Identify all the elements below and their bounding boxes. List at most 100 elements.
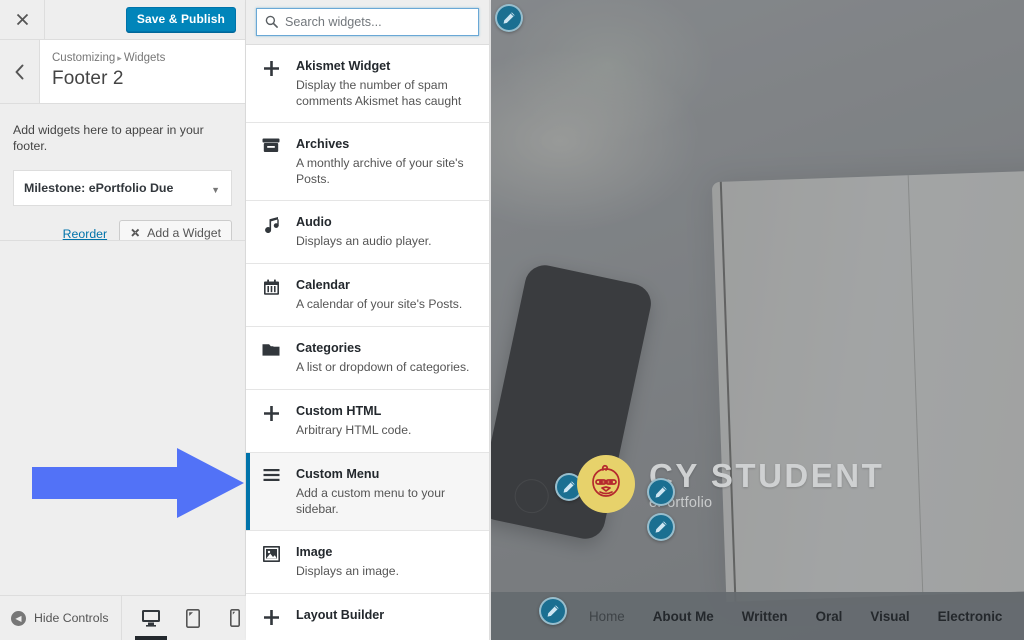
tablet-glyph [186, 608, 200, 628]
chevron-left-icon[interactable] [0, 40, 40, 103]
widget-item-description: Add a custom menu to your sidebar. [296, 486, 446, 516]
customizer-screen: Save & Publish Customizing ▸ Widgets Foote… [0, 0, 1024, 640]
nav-item-home[interactable]: Home [589, 609, 625, 624]
edit-shortcut-header-image[interactable] [495, 4, 523, 32]
widget-list[interactable]: Akismet Widget Display the number of spam… [246, 45, 489, 629]
panel-titles: Customizing ▸ Widgets Footer 2 [40, 40, 165, 103]
widget-list-item[interactable]: Custom HTML Arbitrary HTML code. [246, 390, 489, 453]
desktop-glyph [142, 610, 160, 627]
widgets-panel-body: Add widgets here to appear in your foote… [0, 104, 245, 247]
pencil-icon [547, 605, 559, 617]
site-branding: CY STUDENT ePortfolio [577, 455, 884, 513]
widget-item-name: Archives [296, 137, 350, 151]
plus-icon: ✛ [126, 224, 144, 242]
widget-item-name: Akismet Widget [296, 59, 391, 73]
search-icon [265, 15, 278, 28]
nav-item-about-me[interactable]: About Me [653, 609, 714, 624]
hide-controls-button[interactable]: ◀ Hide Controls [0, 595, 122, 640]
widget-list-item[interactable]: Calendar A calendar of your site's Posts. [246, 264, 489, 327]
breadcrumb: Customizing ▸ Widgets [52, 51, 165, 66]
reorder-link[interactable]: Reorder [63, 227, 107, 241]
widget-item-text: Image Displays an image. [296, 544, 475, 579]
hide-controls-label: Hide Controls [34, 611, 109, 625]
widget-item-description: Display the number of spam comments Akis… [296, 78, 462, 108]
mobile-glyph [230, 609, 240, 627]
search-input[interactable] [285, 9, 478, 35]
widget-item-text: Layout Builder A complete SiteOrigin Page… [296, 607, 475, 629]
calendar-icon [246, 277, 296, 296]
collapse-icon: ◀ [11, 610, 26, 626]
widget-list-item[interactable]: Layout Builder A complete SiteOrigin Page… [246, 594, 489, 629]
available-widgets-panel: Akismet Widget Display the number of spam… [246, 0, 490, 640]
menu-lines-icon [246, 466, 296, 482]
panel-header: Customizing ▸ Widgets Footer 2 [0, 40, 245, 104]
widget-item-name: Audio [296, 215, 332, 229]
pencil-icon [655, 521, 667, 533]
widget-item-description: Arbitrary HTML code. [296, 423, 412, 437]
header-dark-overlay [491, 0, 1024, 640]
image-icon [246, 544, 296, 562]
mobile-icon[interactable] [224, 603, 246, 633]
panel-empty-area [0, 240, 245, 594]
nav-item-electronic[interactable]: Electronic [938, 609, 1003, 624]
widget-list-item[interactable]: Categories A list or dropdown of categori… [246, 327, 489, 390]
widget-item-text: Custom Menu Add a custom menu to your sid… [296, 466, 475, 517]
widget-list-item[interactable]: Audio Displays an audio player. [246, 201, 489, 264]
widget-item-text: Calendar A calendar of your site's Posts. [296, 277, 475, 312]
widget-list-item[interactable]: Archives A monthly archive of your site's… [246, 123, 489, 201]
archive-icon [246, 136, 296, 153]
widget-list-item[interactable]: Image Displays an image. [246, 531, 489, 594]
widget-item-description: Displays an audio player. [296, 234, 432, 248]
widget-item-label: Milestone: ePortfolio Due [24, 181, 174, 195]
widget-list-item[interactable]: Custom Menu Add a custom menu to your sid… [246, 453, 489, 531]
add-widget-label: Add a Widget [147, 226, 221, 240]
music-note-icon [246, 214, 296, 233]
site-identity-text: CY STUDENT ePortfolio [649, 457, 884, 511]
panel-description: Add widgets here to appear in your foote… [13, 123, 204, 153]
nav-item-oral[interactable]: Oral [816, 609, 843, 624]
edit-shortcut-tagline[interactable] [647, 513, 675, 541]
widget-item-description: A monthly archive of your site's Posts. [296, 156, 464, 186]
bird-mascot-glyph [592, 464, 620, 497]
widget-item-description: A list or dropdown of categories. [296, 360, 470, 374]
widget-item-text: Akismet Widget Display the number of spam… [296, 58, 475, 109]
widget-list-item[interactable]: Akismet Widget Display the number of spam… [246, 45, 489, 123]
pencil-icon [563, 481, 575, 493]
customizer-footer: ◀ Hide Controls [0, 595, 246, 640]
edit-shortcut-site-title[interactable] [647, 478, 675, 506]
tablet-icon[interactable] [182, 603, 204, 633]
search-box[interactable] [256, 8, 479, 36]
widget-item-description: Displays an image. [296, 564, 399, 578]
widget-item-name: Custom HTML [296, 404, 382, 418]
widget-item-name: Calendar [296, 278, 350, 292]
widget-item-text: Audio Displays an audio player. [296, 214, 475, 249]
widget-item-name: Categories [296, 341, 362, 355]
site-tagline: ePortfolio [649, 494, 713, 511]
pencil-icon [655, 486, 667, 498]
widget-item-text: Archives A monthly archive of your site's… [296, 136, 475, 187]
widget-list-item-milestone[interactable]: Milestone: ePortfolio Due ▼ [13, 170, 232, 206]
plus-icon [246, 58, 296, 77]
save-and-publish-button[interactable]: Save & Publish [125, 7, 236, 32]
customizer-sidebar: Save & Publish Customizing ▸ Widgets Foote… [0, 0, 246, 640]
widget-item-text: Custom HTML Arbitrary HTML code. [296, 403, 475, 438]
edit-shortcut-nav-menu[interactable] [539, 597, 567, 625]
bird-mascot-icon[interactable] [577, 455, 635, 513]
plus-icon [246, 607, 296, 626]
breadcrumb-current: Widgets [123, 52, 166, 64]
plus-icon [246, 403, 296, 422]
close-icon[interactable] [0, 0, 45, 39]
primary-navigation[interactable]: HomeAbout MeWrittenOralVisualElectronicR… [491, 592, 1024, 640]
site-preview[interactable]: CY STUDENT ePortfolio Home About Me Writte… [491, 0, 1024, 640]
page-title: Footer 2 [52, 68, 124, 89]
desktop-icon[interactable] [135, 603, 167, 640]
widget-item-name: Custom Menu [296, 467, 380, 481]
nav-item-written[interactable]: Written [742, 609, 788, 624]
widget-item-text: Categories A list or dropdown of categori… [296, 340, 475, 375]
widget-item-name: Layout Builder [296, 608, 385, 622]
breadcrumb-root: Customizing [52, 52, 116, 64]
widget-item-name: Image [296, 545, 333, 559]
nav-item-visual[interactable]: Visual [870, 609, 909, 624]
customizer-header: Save & Publish [0, 0, 245, 40]
widget-item-description: A calendar of your site's Posts. [296, 297, 463, 311]
